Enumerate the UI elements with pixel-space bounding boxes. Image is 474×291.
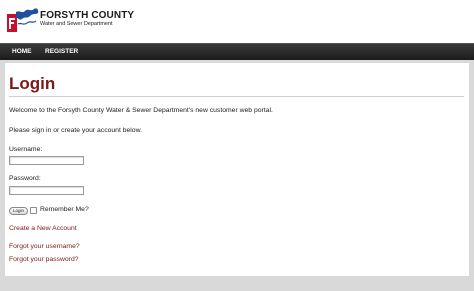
nav-register-link[interactable]: REGISTER	[45, 48, 78, 55]
title-divider	[9, 96, 464, 97]
org-name: FORSYTH COUNTY	[40, 10, 135, 21]
page-title: Login	[9, 74, 56, 93]
nav-home-link[interactable]: HOME	[12, 48, 32, 55]
county-logo-icon[interactable]	[6, 4, 40, 38]
forgot-username-link[interactable]: Forgot your username?	[9, 243, 80, 250]
username-label: Username:	[9, 146, 43, 153]
login-button[interactable]: Login	[9, 207, 28, 215]
welcome-text: Welcome to the Forsyth County Water & Se…	[9, 107, 273, 114]
create-account-link[interactable]: Create a New Account	[9, 225, 77, 232]
forgot-password-link[interactable]: Forgot your password?	[9, 256, 79, 263]
remember-me-checkbox[interactable]	[30, 207, 37, 214]
username-input[interactable]	[9, 156, 84, 165]
remember-me-label: Remember Me?	[40, 206, 89, 213]
org-subtitle: Water and Sewer Department	[40, 21, 113, 27]
password-input[interactable]	[9, 186, 84, 195]
instructions-text: Please sign in or create your account be…	[9, 127, 142, 134]
password-label: Password:	[9, 175, 41, 182]
main-navigation: HOME REGISTER	[0, 43, 474, 60]
site-header: FORSYTH COUNTY Water and Sewer Departmen…	[0, 0, 474, 44]
